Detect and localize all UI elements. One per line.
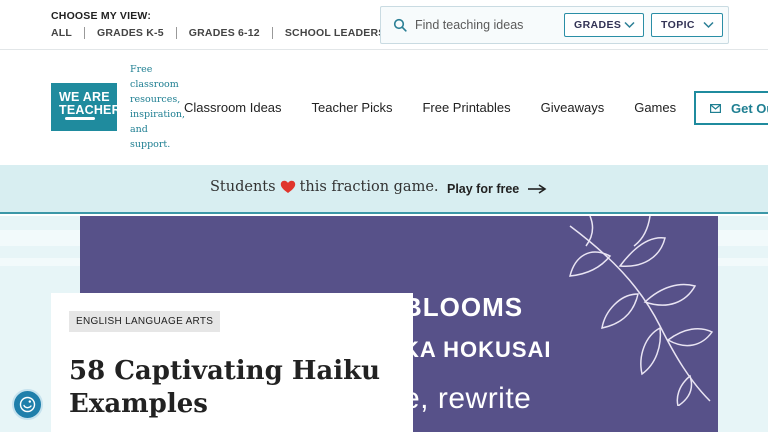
promo-text: Students this fraction game. <box>210 179 439 195</box>
site-tagline: Free classroom resources, inspiration, a… <box>130 64 186 150</box>
chevron-down-icon <box>624 21 635 29</box>
article-title: 58 Captivating Haiku Examples <box>69 356 381 419</box>
newsletter-button[interactable]: Get Ou <box>694 91 768 125</box>
search-box: GRADES TOPIC <box>380 6 729 44</box>
nav-links: Classroom Ideas Teacher Picks Free Print… <box>184 100 706 115</box>
search-input[interactable] <box>415 16 565 34</box>
grades-dropdown-label: GRADES <box>574 19 622 31</box>
choose-view-label: CHOOSE MY VIEW: <box>51 10 152 22</box>
promo-text-end: this fraction game. <box>299 179 439 195</box>
view-link-all[interactable]: ALL <box>51 27 84 39</box>
nav-giveaways[interactable]: Giveaways <box>541 100 605 115</box>
grades-dropdown[interactable]: GRADES <box>564 13 644 37</box>
hero-heading-line-1: BLOOMS <box>403 292 524 322</box>
heart-icon <box>280 180 295 193</box>
top-bar: CHOOSE MY VIEW: ALL GRADES K-5 GRADES 6-… <box>0 0 768 50</box>
view-link-grades-k5[interactable]: GRADES K-5 <box>84 27 176 39</box>
chevron-down-icon <box>703 21 714 29</box>
search-icon[interactable] <box>393 18 407 32</box>
play-for-free-link[interactable]: Play for free <box>447 182 547 196</box>
promo-banner: Students this fraction game. Play for fr… <box>0 165 768 214</box>
topic-dropdown[interactable]: TOPIC <box>651 13 723 37</box>
article-card: ENGLISH LANGUAGE ARTS 58 Captivating Hai… <box>51 293 413 432</box>
envelope-icon <box>710 103 721 113</box>
category-badge[interactable]: ENGLISH LANGUAGE ARTS <box>69 311 221 332</box>
logo-line-2: TEACHERS <box>59 103 130 117</box>
nav-games[interactable]: Games <box>634 100 676 115</box>
play-for-free-label: Play for free <box>447 182 520 196</box>
hero-heading-line-2: KA HOKUSAI <box>403 337 552 362</box>
nav-teacher-picks[interactable]: Teacher Picks <box>312 100 393 115</box>
view-link-grades-6-12[interactable]: GRADES 6-12 <box>175 27 272 39</box>
accessibility-button[interactable] <box>12 389 43 420</box>
site-logo[interactable]: WE ARE TEACHERS <box>51 83 130 131</box>
logo-underline <box>65 117 95 120</box>
hero-heading-line-3: e, rewrite <box>403 382 532 415</box>
arrow-right-icon <box>528 184 547 194</box>
view-links: ALL GRADES K-5 GRADES 6-12 SCHOOL LEADER… <box>51 27 397 39</box>
leaf-branch-illustration <box>569 216 714 406</box>
newsletter-button-label: Get Ou <box>731 100 768 116</box>
nav-free-printables[interactable]: Free Printables <box>422 100 510 115</box>
topic-dropdown-label: TOPIC <box>661 19 695 31</box>
view-link-school-leaders[interactable]: SCHOOL LEADERS <box>271 27 398 39</box>
nav-classroom-ideas[interactable]: Classroom Ideas <box>184 100 282 115</box>
promo-text-start: Students <box>210 179 276 195</box>
accessibility-icon <box>19 396 36 413</box>
